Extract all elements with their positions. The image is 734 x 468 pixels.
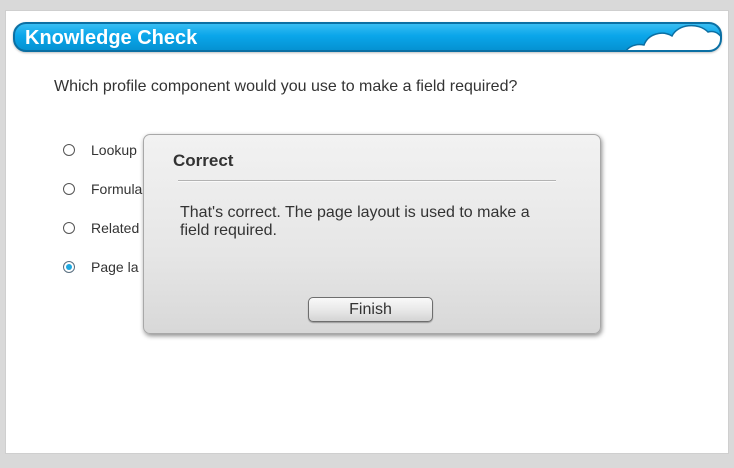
page-title: Knowledge Check: [25, 27, 198, 49]
radio-button-icon[interactable]: [63, 144, 75, 156]
answer-option-lookup[interactable]: Lookup: [63, 141, 137, 159]
answer-option-label: Lookup: [91, 142, 137, 158]
title-bar: Knowledge Check: [13, 22, 722, 52]
dialog-title: Correct: [173, 151, 234, 170]
divider: [178, 180, 556, 182]
answer-option-page-layout[interactable]: Page la: [63, 258, 138, 276]
radio-button-icon[interactable]: [63, 183, 75, 195]
cloud-icon: [625, 24, 720, 50]
answer-option-label: Page la: [91, 259, 139, 275]
lesson-slide: Knowledge Check Which profile component …: [5, 10, 729, 454]
feedback-message: That's correct. The page layout is used …: [180, 204, 530, 239]
feedback-dialog: Correct That's correct. The page layout …: [143, 134, 601, 334]
answer-option-label: Related: [91, 220, 140, 236]
finish-button[interactable]: Finish: [308, 297, 433, 322]
answer-option-related[interactable]: Related: [63, 219, 139, 237]
radio-button-icon[interactable]: [63, 222, 75, 234]
answer-option-formula[interactable]: Formula: [63, 180, 142, 198]
answer-option-label: Formula: [91, 181, 143, 197]
question-text: Which profile component would you use to…: [54, 78, 518, 95]
radio-button-selected-icon[interactable]: [63, 261, 75, 273]
